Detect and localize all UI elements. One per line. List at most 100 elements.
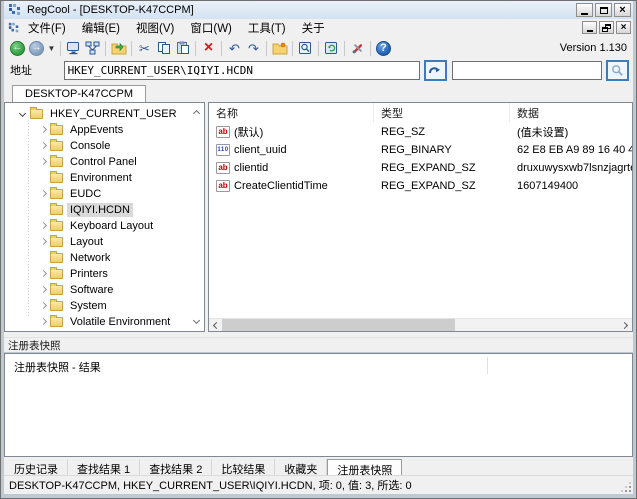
tree-item[interactable]: Volatile Environment: [5, 314, 204, 330]
tree-item-selected[interactable]: IQIYI.HCDN: [5, 202, 204, 218]
child-minimize-button[interactable]: [582, 21, 597, 34]
folder-icon: [50, 237, 63, 247]
tab-favorites[interactable]: 收藏夹: [275, 459, 327, 475]
column-header-type[interactable]: 类型: [374, 103, 510, 123]
chevron-right-icon[interactable]: [38, 141, 48, 151]
folder-icon: [50, 269, 63, 279]
main-split: HKEY_CURRENT_USER AppEvents Console Cont…: [4, 102, 633, 332]
jump-to-key-icon[interactable]: [109, 39, 128, 58]
tab-search-results-1[interactable]: 查找结果 1: [68, 459, 140, 475]
tools-icon[interactable]: [348, 39, 367, 58]
column-header-name[interactable]: 名称: [209, 103, 374, 123]
tree-scroll-up-icon[interactable]: [192, 108, 201, 117]
value-type: REG_EXPAND_SZ: [374, 180, 510, 192]
value-data: druxuwysxwb7lsnzjagrted: [510, 162, 632, 174]
favorites-folder-icon[interactable]: [270, 39, 289, 58]
maximize-button[interactable]: [595, 3, 612, 17]
value-row[interactable]: (默认) REG_SZ (值未设置): [209, 123, 632, 141]
copy-icon[interactable]: [154, 39, 173, 58]
scroll-right-icon[interactable]: [619, 319, 632, 332]
snapshot-panel-title: 注册表快照: [4, 337, 633, 352]
go-to-address-button[interactable]: [424, 60, 447, 81]
tree-item[interactable]: Printers: [5, 266, 204, 282]
list-header: 名称 类型 数据: [209, 103, 632, 123]
chevron-right-icon[interactable]: [38, 189, 48, 199]
chevron-right-icon[interactable]: [38, 221, 48, 231]
network-connect-icon[interactable]: [83, 39, 102, 58]
value-type: REG_BINARY: [374, 144, 510, 156]
tab-history[interactable]: 历史记录: [5, 459, 68, 475]
app-icon: [8, 3, 22, 17]
search-preview-icon[interactable]: [296, 39, 315, 58]
tree-item[interactable]: Software: [5, 282, 204, 298]
scrollbar-thumb[interactable]: [222, 319, 455, 332]
chevron-right-icon[interactable]: [38, 301, 48, 311]
chevron-placeholder: [38, 173, 48, 183]
value-row[interactable]: CreateClientidTime REG_EXPAND_SZ 1607149…: [209, 177, 632, 195]
back-icon[interactable]: ←: [8, 39, 27, 58]
value-row[interactable]: clientid REG_EXPAND_SZ druxuwysxwb7lsnzj…: [209, 159, 632, 177]
registry-tree: HKEY_CURRENT_USER AppEvents Console Cont…: [4, 102, 205, 332]
folder-icon: [50, 317, 63, 327]
menu-about[interactable]: 关于: [294, 19, 333, 37]
tree-item[interactable]: Keyboard Layout: [5, 218, 204, 234]
search-button[interactable]: [606, 60, 629, 81]
tree-item[interactable]: Layout: [5, 234, 204, 250]
address-bar: 地址: [4, 59, 633, 83]
value-name: client_uuid: [234, 144, 287, 156]
scroll-left-icon[interactable]: [209, 319, 222, 332]
chevron-right-icon[interactable]: [38, 237, 48, 247]
delete-icon[interactable]: ×: [199, 39, 218, 58]
cut-icon[interactable]: ✂: [135, 39, 154, 58]
tree-item[interactable]: Network: [5, 250, 204, 266]
minimize-button[interactable]: [576, 3, 593, 17]
tree-item[interactable]: HKEY_CURRENT_USER: [5, 106, 204, 122]
value-name: clientid: [234, 162, 268, 174]
resize-grip-icon[interactable]: [621, 482, 631, 492]
help-icon[interactable]: ?: [374, 39, 393, 58]
chevron-right-icon[interactable]: [38, 125, 48, 135]
tab-registry-snapshot[interactable]: 注册表快照: [327, 459, 402, 475]
tree-item[interactable]: Console: [5, 138, 204, 154]
history-dropdown-icon[interactable]: ▼: [46, 39, 57, 58]
address-input[interactable]: [64, 61, 420, 80]
menu-file[interactable]: 文件(F): [20, 19, 74, 37]
menu-tools[interactable]: 工具(T): [240, 19, 294, 37]
tree-item[interactable]: AppEvents: [5, 122, 204, 138]
regcool-window: RegCool - [DESKTOP-K47CCPM] × 文件(F) 编辑(E…: [0, 0, 637, 499]
tab-compare-results[interactable]: 比较结果: [212, 459, 275, 475]
value-row[interactable]: client_uuid REG_BINARY 62 E8 EB A9 89 16…: [209, 141, 632, 159]
tab-search-results-2[interactable]: 查找结果 2: [140, 459, 212, 475]
chevron-down-icon[interactable]: [18, 109, 28, 119]
session-tab-strip: DESKTOP-K47CCPM: [4, 83, 633, 102]
session-tab-desktop[interactable]: DESKTOP-K47CCPM: [12, 85, 146, 102]
redo-icon[interactable]: ↷: [244, 39, 263, 58]
chevron-right-icon[interactable]: [38, 285, 48, 295]
snapshot-result-header[interactable]: 注册表快照 - 结果: [5, 354, 632, 375]
child-restore-button[interactable]: [599, 21, 614, 34]
chevron-right-icon[interactable]: [38, 317, 48, 327]
tree-scroll-down-icon[interactable]: [192, 317, 201, 326]
menu-window[interactable]: 窗口(W): [182, 19, 240, 37]
folder-icon: [50, 173, 63, 183]
reg-string-icon: [216, 126, 230, 138]
paste-icon[interactable]: [173, 39, 192, 58]
horizontal-scrollbar[interactable]: [209, 318, 632, 331]
refresh-window-icon[interactable]: [322, 39, 341, 58]
tree-item[interactable]: EUDC: [5, 186, 204, 202]
child-close-button[interactable]: ×: [616, 21, 631, 34]
menu-edit[interactable]: 编辑(E): [74, 19, 128, 37]
forward-icon[interactable]: →: [27, 39, 46, 58]
computer-icon[interactable]: [64, 39, 83, 58]
tree-item[interactable]: Control Panel: [5, 154, 204, 170]
column-header-data[interactable]: 数据: [510, 103, 632, 123]
undo-icon[interactable]: ↶: [225, 39, 244, 58]
quick-search-input[interactable]: [452, 61, 602, 80]
menu-view[interactable]: 视图(V): [128, 19, 182, 37]
chevron-right-icon[interactable]: [38, 157, 48, 167]
close-button[interactable]: ×: [614, 3, 631, 17]
value-list: 名称 类型 数据 (默认) REG_SZ (值未设置) client_uuid …: [208, 102, 633, 332]
tree-item[interactable]: Environment: [5, 170, 204, 186]
chevron-right-icon[interactable]: [38, 269, 48, 279]
tree-item[interactable]: System: [5, 298, 204, 314]
